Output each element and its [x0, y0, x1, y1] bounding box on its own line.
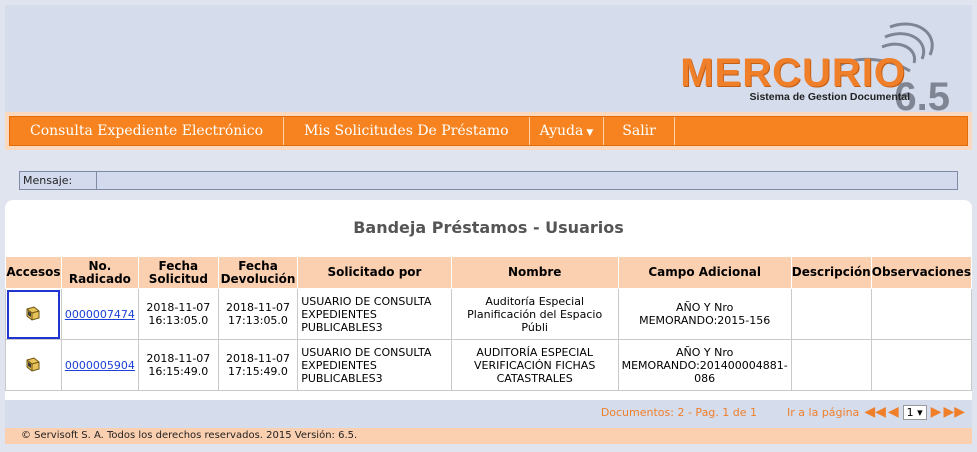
fecha-solicitud-cell: 2018-11-07 16:13:05.0 — [137, 288, 219, 340]
mercurio-logo: MERCURIO 6.5 Sistema de Gestion Document… — [660, 15, 950, 119]
fecha-devolucion-cell: 2018-11-07 17:13:05.0 — [217, 288, 299, 340]
col-radicado: No. Radicado — [60, 256, 139, 289]
col-accesos: Accesos — [5, 256, 62, 289]
content-panel: Bandeja Préstamos - Usuarios Accesos No.… — [5, 200, 973, 428]
radicado-link[interactable]: 0000005904 — [65, 359, 135, 372]
page-title: Bandeja Préstamos - Usuarios — [353, 218, 624, 237]
fecha-solicitud-cell: 2018-11-07 16:15:49.0 — [137, 339, 219, 391]
table-row: 0000007474 2018-11-07 16:13:05.0 2018-11… — [5, 288, 973, 340]
access-cell[interactable] — [5, 288, 62, 340]
col-nombre: Nombre — [450, 256, 619, 289]
documents-count: Documentos: 2 - Pag. 1 de 1 — [600, 405, 758, 419]
message-bar: Mensaje: — [19, 171, 958, 190]
nav-ayuda[interactable]: Ayuda ▼ — [530, 117, 605, 145]
nav-label: Mis Solicitudes De Préstamo — [304, 123, 509, 139]
radicado-cell[interactable]: 0000005904 — [60, 339, 139, 391]
campo-adicional-cell: AÑO Y Nro MEMORANDO:201400004881-086 — [617, 339, 792, 391]
prev-page-icon[interactable]: ◀ — [888, 404, 899, 420]
radicado-cell[interactable]: 0000007474 — [60, 288, 139, 340]
access-cell[interactable] — [5, 339, 62, 391]
solicitado-por-cell: USUARIO DE CONSULTA EXPEDIENTES PUBLICAB… — [297, 339, 452, 391]
caret-down-icon: ▼ — [586, 128, 594, 138]
table-header-row: Accesos No. Radicado Fecha Solicitud Fec… — [5, 256, 973, 289]
next-page-icon[interactable]: ▶ — [931, 404, 942, 420]
solicitado-por-cell: USUARIO DE CONSULTA EXPEDIENTES PUBLICAB… — [297, 288, 452, 340]
table-row: 0000005904 2018-11-07 16:15:49.0 2018-11… — [5, 339, 973, 391]
nav-mis-solicitudes[interactable]: Mis Solicitudes De Préstamo — [284, 117, 530, 145]
page-select[interactable]: 1 ▾ — [902, 404, 927, 420]
observaciones-cell — [870, 288, 973, 340]
nav-label: Consulta Expediente Electrónico — [30, 123, 264, 139]
brand-text: MERCURIO — [680, 51, 906, 95]
header: MERCURIO 6.5 Sistema de Gestion Document… — [5, 5, 972, 119]
first-page-icon[interactable]: ◀◀ — [864, 404, 886, 420]
nombre-cell: Auditoría Especial Planificación del Esp… — [450, 288, 619, 340]
col-observaciones: Observaciones — [870, 256, 973, 289]
col-campo-adicional: Campo Adicional — [617, 256, 792, 289]
message-value — [97, 172, 957, 189]
last-page-icon[interactable]: ▶▶ — [943, 404, 965, 420]
radicado-link[interactable]: 0000007474 — [65, 308, 135, 321]
pagination: Documentos: 2 - Pag. 1 de 1 Ir a la pági… — [601, 404, 966, 420]
nav-consulta-expediente[interactable]: Consulta Expediente Electrónico — [10, 117, 285, 145]
goto-page-label: Ir a la página — [787, 405, 860, 419]
nav-salir[interactable]: Salir — [604, 117, 675, 145]
observaciones-cell — [870, 339, 973, 391]
descripcion-cell — [790, 288, 872, 340]
loans-table: Accesos No. Radicado Fecha Solicitud Fec… — [5, 256, 973, 391]
brand-subtitle: Sistema de Gestion Documental — [749, 91, 910, 103]
nav-label: Ayuda — [539, 123, 584, 139]
col-solicitado-por: Solicitado por — [297, 256, 452, 289]
nombre-cell: AUDITORÍA ESPECIAL VERIFICACIÓN FICHAS C… — [450, 339, 619, 391]
message-label: Mensaje: — [20, 172, 97, 189]
col-descripcion: Descripción — [790, 256, 872, 289]
copyright-footer: © Servisoft S. A. Todos los derechos res… — [5, 428, 972, 444]
col-fecha-solicitud: Fecha Solicitud — [137, 256, 219, 289]
folder-access-icon[interactable] — [25, 305, 41, 321]
campo-adicional-cell: AÑO Y Nro MEMORANDO:2015-156 — [617, 288, 792, 340]
col-fecha-devolucion: Fecha Devolución — [217, 256, 299, 289]
nav-label: Salir — [622, 123, 656, 139]
pagination-bar: Documentos: 2 - Pag. 1 de 1 Ir a la pági… — [5, 400, 972, 428]
chevron-down-icon: ▾ — [917, 405, 923, 419]
folder-access-icon[interactable] — [25, 356, 41, 372]
main-nav: Consulta Expediente Electrónico Mis Soli… — [9, 116, 968, 146]
page-select-value: 1 — [906, 405, 914, 419]
descripcion-cell — [790, 339, 872, 391]
nav-wrapper: Consulta Expediente Electrónico Mis Soli… — [5, 112, 972, 150]
fecha-devolucion-cell: 2018-11-07 17:15:49.0 — [217, 339, 299, 391]
